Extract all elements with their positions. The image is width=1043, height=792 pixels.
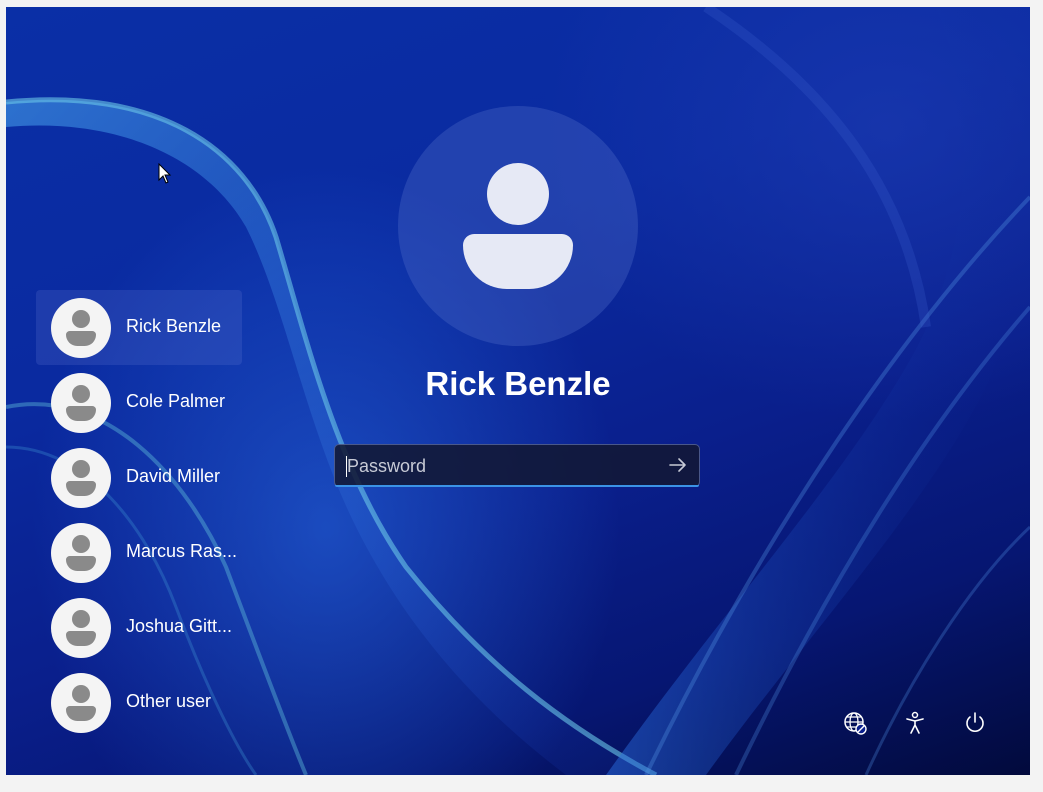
password-input[interactable] xyxy=(345,445,649,488)
user-item-label: Rick Benzle xyxy=(126,316,222,336)
user-item-label: David Miller xyxy=(126,466,221,486)
avatar-body xyxy=(463,234,573,289)
lock-screen: Rick Benzle Rick Benzle Cole Palmer Davi… xyxy=(6,7,1030,775)
user-item-label: Joshua Gitt... xyxy=(126,616,233,636)
user-avatar-icon xyxy=(51,448,111,508)
selected-user-name: Rick Benzle xyxy=(425,365,611,402)
user-avatar-icon xyxy=(51,523,111,583)
text-caret xyxy=(346,456,347,477)
user-item-rick-benzle[interactable]: Rick Benzle xyxy=(36,290,242,365)
user-avatar-icon xyxy=(51,598,111,658)
user-list: Rick Benzle Cole Palmer David Miller Mar… xyxy=(36,290,242,740)
user-item-label: Marcus Ras... xyxy=(126,541,238,561)
mouse-cursor xyxy=(158,163,172,184)
accessibility-icon[interactable] xyxy=(902,710,928,736)
user-avatar-icon xyxy=(51,298,111,358)
network-icon[interactable] xyxy=(842,710,868,736)
submit-arrow-icon[interactable] xyxy=(667,454,689,476)
password-field[interactable] xyxy=(334,444,700,488)
user-item-label: Other user xyxy=(126,691,212,711)
focus-underline xyxy=(335,485,699,487)
user-item-label: Cole Palmer xyxy=(126,391,226,411)
power-icon[interactable] xyxy=(962,710,988,736)
user-item-david-miller[interactable]: David Miller xyxy=(36,440,242,515)
user-avatar-icon xyxy=(51,673,111,733)
user-item-cole-palmer[interactable]: Cole Palmer xyxy=(36,365,242,440)
selected-user-avatar xyxy=(398,106,638,346)
avatar-head xyxy=(487,163,549,225)
user-item-other-user[interactable]: Other user xyxy=(36,665,242,740)
user-item-joshua[interactable]: Joshua Gitt... xyxy=(36,590,242,665)
user-item-marcus[interactable]: Marcus Ras... xyxy=(36,515,242,590)
user-avatar-icon xyxy=(51,373,111,433)
